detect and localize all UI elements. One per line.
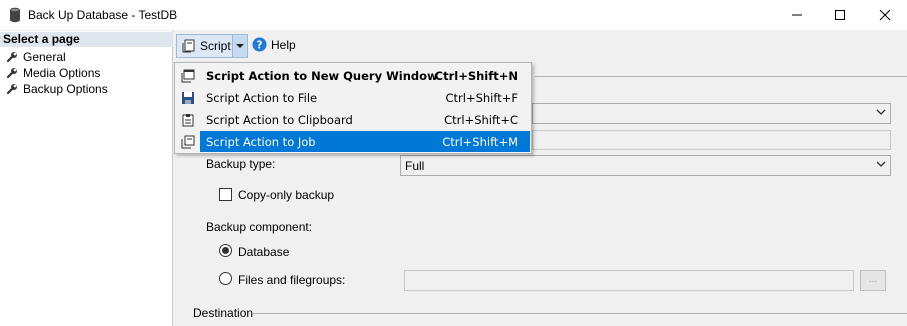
close-icon bbox=[879, 9, 891, 21]
menu-item-clipboard[interactable]: Script Action to Clipboard Ctrl+Shift+C bbox=[176, 109, 530, 130]
page-item-general[interactable]: General bbox=[6, 49, 66, 65]
browse-button: ... bbox=[860, 270, 886, 291]
help-icon: ? bbox=[252, 37, 267, 52]
menu-item-label: Script Action to File bbox=[206, 90, 318, 105]
svg-text:?: ? bbox=[257, 39, 263, 51]
select-page-header: Select a page bbox=[0, 32, 173, 47]
job-icon bbox=[181, 135, 195, 148]
radio-dot bbox=[222, 247, 229, 254]
page-item-label: Backup Options bbox=[23, 82, 108, 96]
menu-item-shortcut: Ctrl+Shift+F bbox=[445, 90, 519, 105]
page-item-backup-options[interactable]: Backup Options bbox=[6, 81, 108, 97]
menu-item-file[interactable]: Script Action to File Ctrl+Shift+F bbox=[176, 87, 530, 108]
maximize-button[interactable] bbox=[817, 0, 863, 30]
close-button[interactable] bbox=[862, 0, 907, 30]
script-icon bbox=[182, 39, 195, 53]
section-divider bbox=[253, 313, 907, 314]
files-radio[interactable] bbox=[219, 272, 232, 285]
minimize-icon bbox=[792, 14, 802, 16]
database-radio-label: Database bbox=[238, 245, 290, 259]
database-icon bbox=[10, 7, 20, 23]
window-title: Back Up Database - TestDB bbox=[28, 8, 178, 22]
save-file-icon bbox=[182, 91, 194, 104]
maximize-icon bbox=[835, 10, 845, 20]
copy-only-label: Copy-only backup bbox=[238, 188, 335, 202]
page-item-label: General bbox=[23, 50, 66, 64]
menu-item-job[interactable]: Script Action to Job Ctrl+Shift+M bbox=[176, 131, 530, 152]
chevron-down-icon bbox=[876, 109, 886, 115]
menu-item-label: Script Action to New Query Window bbox=[206, 68, 438, 83]
chevron-down-icon bbox=[876, 161, 886, 167]
script-dropdown-toggle[interactable] bbox=[232, 35, 247, 57]
page-item-label: Media Options bbox=[23, 66, 101, 80]
menu-item-shortcut: Ctrl+Shift+C bbox=[444, 112, 518, 127]
database-combo[interactable] bbox=[532, 103, 891, 124]
help-button-label: Help bbox=[271, 37, 296, 52]
backup-type-combo[interactable]: Full bbox=[400, 155, 891, 176]
menu-item-label: Script Action to Clipboard bbox=[206, 112, 353, 127]
database-radio[interactable] bbox=[219, 244, 232, 257]
chevron-down-icon bbox=[236, 43, 244, 48]
menu-item-shortcut: Ctrl+Shift+M bbox=[442, 134, 518, 149]
section-divider bbox=[535, 76, 907, 77]
filegroups-field bbox=[404, 270, 854, 291]
recovery-model-field bbox=[532, 130, 891, 150]
wrench-icon bbox=[6, 68, 17, 79]
script-button-label: Script bbox=[200, 39, 231, 53]
files-radio-label: Files and filegroups: bbox=[238, 273, 346, 287]
minimize-button[interactable] bbox=[774, 0, 820, 30]
page-item-media-options[interactable]: Media Options bbox=[6, 65, 100, 81]
script-button[interactable]: Script bbox=[176, 34, 248, 58]
clipboard-icon bbox=[182, 113, 194, 126]
menu-item-new-query-window[interactable]: Script Action to New Query Window Ctrl+S… bbox=[176, 65, 530, 86]
menu-item-shortcut: Ctrl+Shift+N bbox=[434, 68, 518, 83]
new-query-icon bbox=[181, 69, 195, 82]
backup-type-label: Backup type: bbox=[206, 157, 276, 171]
copy-only-checkbox[interactable] bbox=[219, 188, 232, 201]
wrench-icon bbox=[6, 52, 17, 63]
backup-type-value: Full bbox=[405, 159, 425, 173]
wrench-icon bbox=[6, 84, 17, 95]
menu-item-label: Script Action to Job bbox=[206, 134, 316, 149]
help-button[interactable]: ? Help bbox=[252, 37, 296, 52]
backup-component-label: Backup component: bbox=[206, 220, 313, 234]
destination-label: Destination bbox=[193, 306, 254, 320]
script-dropdown-menu: Script Action to New Query Window Ctrl+S… bbox=[174, 62, 532, 154]
